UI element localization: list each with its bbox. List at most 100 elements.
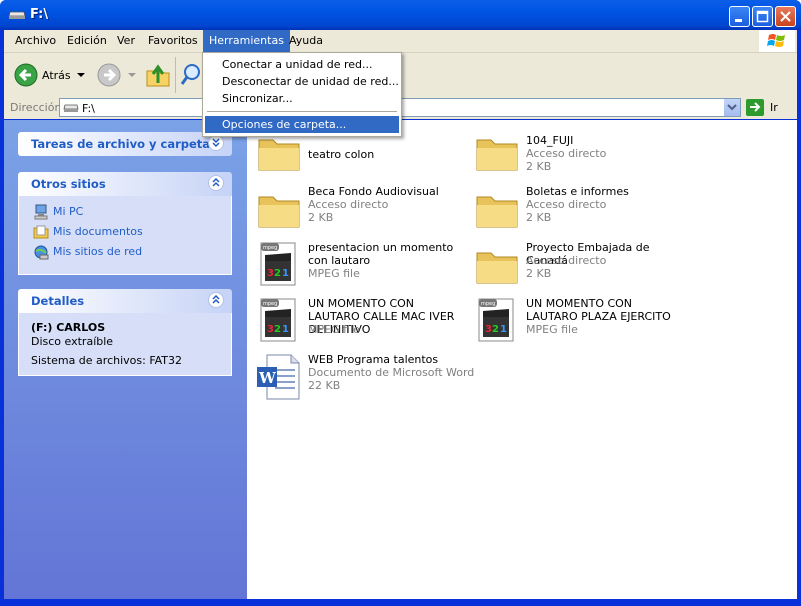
- svg-text:1: 1: [282, 268, 289, 279]
- file-name: 104_FUJI: [526, 134, 574, 147]
- task-pane: Tareas de archivo y carpeta Otros sitios…: [4, 120, 247, 599]
- chevron-down-icon: [727, 104, 737, 111]
- folder-icon: [476, 139, 518, 171]
- go-arrow-icon: [750, 102, 761, 112]
- windows-logo: [759, 30, 795, 52]
- forward-arrow-icon[interactable]: [97, 63, 121, 87]
- close-icon: [780, 11, 791, 22]
- svg-text:3: 3: [267, 324, 274, 335]
- file-size: 2 KB: [526, 211, 552, 224]
- svg-text:mpeg: mpeg: [263, 245, 277, 251]
- back-button-label[interactable]: Atrás: [42, 69, 71, 82]
- details-header[interactable]: Detalles: [18, 289, 232, 313]
- collapse-button[interactable]: [208, 175, 224, 191]
- drive-icon: [63, 104, 79, 112]
- menu-archivo[interactable]: Archivo: [9, 30, 62, 52]
- svg-text:3: 3: [485, 324, 492, 335]
- file-size: 2 KB: [526, 267, 552, 280]
- my-documents-icon: [33, 225, 49, 239]
- details-drive-type: Disco extraíble: [31, 335, 114, 348]
- file-name: teatro colon: [308, 148, 375, 161]
- word-doc-icon: W: [257, 354, 300, 400]
- my-computer-icon: [34, 204, 48, 220]
- svg-text:mpeg: mpeg: [263, 301, 277, 307]
- list-item[interactable]: Beca Fondo Audiovisual Acceso directo 2 …: [251, 183, 466, 235]
- svg-text:3: 3: [267, 268, 274, 279]
- svg-text:2: 2: [492, 324, 499, 335]
- details-drive-name: (F:) CARLOS: [31, 321, 106, 334]
- details-panel: Detalles (F:) CARLOS Disco extraíble Sis…: [18, 289, 232, 376]
- expand-button[interactable]: [208, 135, 224, 151]
- list-item[interactable]: mpeg 3 2 1 UN MOMENTO CON LAUTARO PLAZA EJE…: [469, 295, 684, 347]
- file-list: teatro colon 104_FUJI Acceso directo 2 K…: [247, 120, 797, 599]
- window-frame-bottom: [0, 599, 801, 606]
- task-panel-header[interactable]: Tareas de archivo y carpeta: [18, 132, 232, 156]
- window-title: F:\: [30, 7, 49, 22]
- file-type: MPEG file: [308, 267, 360, 280]
- file-size: 22 KB: [308, 379, 341, 392]
- link-mi-pc[interactable]: Mi PC: [31, 202, 219, 222]
- menu-ayuda[interactable]: Ayuda: [283, 30, 329, 52]
- go-label[interactable]: Ir: [770, 101, 778, 114]
- menu-herramientas[interactable]: Herramientas: [203, 30, 290, 52]
- menu-bar: Archivo Edición Ver Favoritos Herramient…: [4, 30, 797, 53]
- minimize-button[interactable]: [729, 6, 750, 27]
- forward-dropdown-icon[interactable]: [128, 73, 136, 79]
- file-size: 2 KB: [308, 211, 334, 224]
- back-arrow-icon[interactable]: [14, 63, 38, 87]
- svg-text:mpeg: mpeg: [481, 301, 495, 307]
- maximize-icon: [756, 10, 769, 23]
- address-value: F:\: [82, 102, 95, 115]
- collapse-button[interactable]: [208, 292, 224, 308]
- menu-item-connect-network-drive[interactable]: Conectar a unidad de red...: [205, 56, 399, 73]
- menu-favoritos[interactable]: Favoritos: [142, 30, 204, 52]
- other-places-panel: Otros sitios Mi PC Mis documentos Mis si…: [18, 172, 232, 275]
- search-icon[interactable]: [180, 63, 202, 87]
- maximize-button[interactable]: [752, 6, 773, 27]
- toolbar-separator: [175, 57, 176, 93]
- menu-item-disconnect-network-drive[interactable]: Desconectar de unidad de red...: [205, 73, 399, 90]
- list-item[interactable]: 104_FUJI Acceso directo 2 KB: [469, 126, 684, 178]
- list-item[interactable]: mpeg 3 2 1 presentacion un momento con laut…: [251, 239, 466, 291]
- svg-text:1: 1: [500, 324, 507, 335]
- mpeg-icon: mpeg 3 2 1: [260, 298, 296, 342]
- go-button[interactable]: [746, 99, 764, 116]
- list-item[interactable]: W WEB Programa talentos Documento de Mic…: [251, 351, 481, 403]
- back-dropdown-icon[interactable]: [77, 73, 85, 79]
- list-item[interactable]: Boletas e informes Acceso directo 2 KB: [469, 183, 684, 235]
- task-panel-title: Tareas de archivo y carpeta: [31, 137, 211, 151]
- menu-edicion[interactable]: Edición: [61, 30, 113, 52]
- close-button[interactable]: [775, 6, 796, 27]
- other-places-body: Mi PC Mis documentos Mis sitios de red: [18, 196, 232, 275]
- address-dropdown-button[interactable]: [723, 99, 740, 116]
- up-folder-icon[interactable]: [144, 61, 172, 89]
- mpeg-icon: mpeg 3 2 1: [260, 242, 296, 286]
- list-item[interactable]: mpeg 3 2 1 UN MOMENTO CON LAUTARO CALLE MAC…: [251, 295, 466, 347]
- file-name: Boletas e informes: [526, 185, 629, 198]
- list-item[interactable]: Proyecto Embajada de Canadá Acceso direc…: [469, 239, 684, 291]
- folder-icon: [476, 196, 518, 228]
- chevron-up-double-icon: [212, 295, 220, 304]
- link-label: Mis documentos: [53, 225, 143, 238]
- chevron-down-double-icon: [212, 138, 220, 148]
- file-name: UN MOMENTO CON LAUTARO PLAZA EJERCITO: [526, 297, 671, 323]
- menu-item-folder-options[interactable]: Opciones de carpeta...: [205, 116, 399, 133]
- file-type: MPEG file: [308, 323, 360, 336]
- file-type: MPEG file: [526, 323, 578, 336]
- tools-menu-dropdown: Conectar a unidad de red... Desconectar …: [202, 52, 402, 137]
- title-bar[interactable]: F:\: [0, 0, 801, 30]
- drive-icon: [8, 11, 26, 19]
- other-places-header[interactable]: Otros sitios: [18, 172, 232, 196]
- svg-text:2: 2: [274, 268, 281, 279]
- menu-item-synchronize[interactable]: Sincronizar...: [205, 90, 399, 107]
- file-name: presentacion un momento con lautaro: [308, 241, 454, 267]
- link-mis-sitios-de-red[interactable]: Mis sitios de red: [31, 242, 219, 262]
- file-type: Acceso directo: [526, 147, 607, 160]
- network-places-icon: [34, 245, 49, 260]
- link-label: Mis sitios de red: [53, 245, 143, 258]
- link-mis-documentos[interactable]: Mis documentos: [31, 222, 219, 242]
- svg-text:2: 2: [274, 324, 281, 335]
- chevron-up-double-icon: [212, 178, 220, 187]
- menu-ver[interactable]: Ver: [111, 30, 141, 52]
- svg-text:W: W: [258, 369, 277, 387]
